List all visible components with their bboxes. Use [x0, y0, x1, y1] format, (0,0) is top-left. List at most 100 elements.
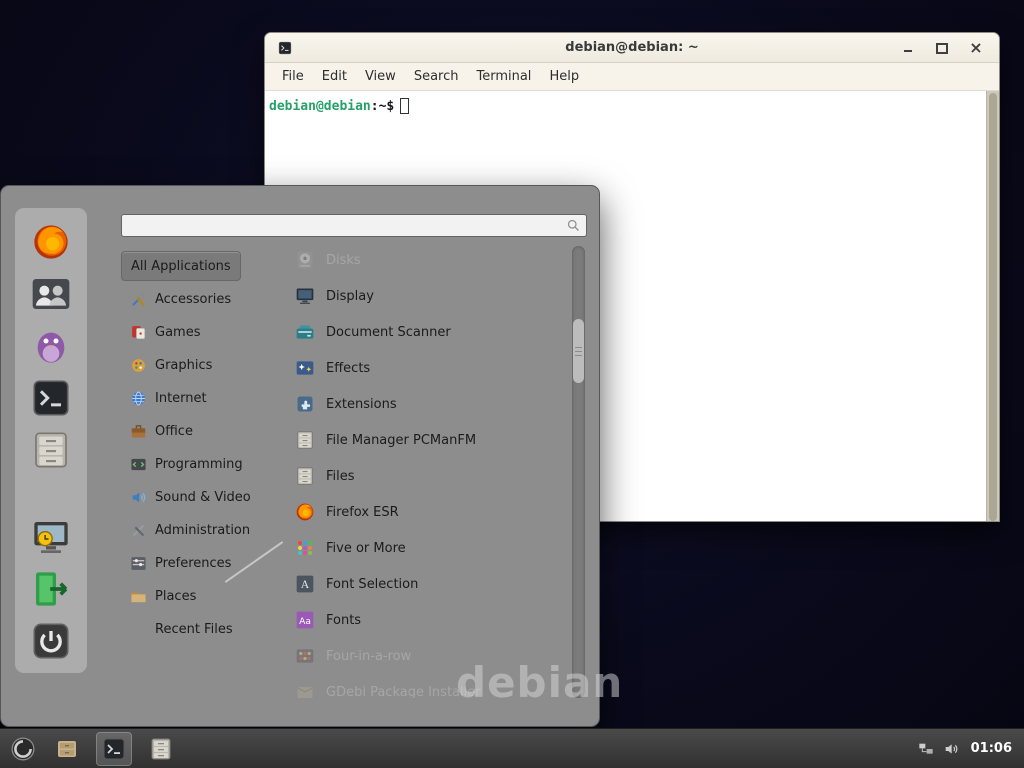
category-administration[interactable]: Administration	[121, 515, 259, 545]
font-selection-icon: A	[295, 574, 315, 594]
category-label: Recent Files	[155, 622, 233, 637]
session-buttons	[29, 517, 73, 661]
menubar-edit[interactable]: Edit	[313, 63, 356, 91]
app-list-scrollbar-thumb[interactable]	[573, 319, 584, 383]
gdebi-icon	[295, 682, 315, 698]
network-icon[interactable]	[918, 741, 934, 757]
shutdown-icon	[31, 621, 71, 661]
app-document-scanner[interactable]: Document Scanner	[287, 314, 569, 350]
app-label: Disks	[326, 253, 361, 268]
app-label: Display	[326, 289, 374, 304]
category-programming[interactable]: Programming	[121, 449, 252, 479]
app-label: Font Selection	[326, 577, 418, 592]
category-all-applications[interactable]: All Applications	[121, 251, 241, 281]
maximize-button[interactable]	[935, 41, 949, 55]
menu-logo-icon	[10, 736, 36, 762]
lock-screen-icon	[31, 517, 71, 557]
application-menu: All ApplicationsAccessories Games Graphics…	[0, 185, 600, 727]
search-input[interactable]	[127, 215, 566, 236]
menubar-search[interactable]: Search	[405, 63, 468, 91]
app-label: Four-in-a-row	[326, 649, 411, 664]
prompt: debian@debian:~$	[269, 99, 394, 114]
category-accessories[interactable]: Accessories	[121, 284, 240, 314]
effects-icon	[295, 358, 315, 378]
app-label: Five or More	[326, 541, 406, 556]
terminal-scrollbar-thumb[interactable]	[989, 93, 997, 521]
menubar-terminal[interactable]: Terminal	[467, 63, 540, 91]
lock-screen-button[interactable]	[29, 517, 73, 557]
app-four-in-a-row[interactable]: Four-in-a-row	[287, 638, 569, 674]
volume-icon[interactable]	[943, 741, 959, 757]
category-recent-files[interactable]: Recent Files	[121, 614, 242, 644]
logout-icon	[31, 569, 71, 609]
five-or-more-icon	[295, 538, 315, 558]
menu-button[interactable]	[8, 734, 38, 764]
app-extensions[interactable]: Extensions	[287, 386, 569, 422]
category-places[interactable]: Places	[121, 581, 205, 611]
app-font-selection[interactable]: A Font Selection	[287, 566, 569, 602]
fonts-icon: Aa	[295, 610, 315, 630]
taskbar-files-launcher[interactable]	[144, 733, 178, 765]
search-bar	[121, 214, 587, 237]
terminal-launcher[interactable]	[29, 378, 73, 418]
category-list: All ApplicationsAccessories Games Graphics…	[121, 248, 281, 647]
taskbar-drawer-launcher[interactable]	[50, 733, 84, 765]
category-label: Games	[155, 325, 200, 340]
menubar-file[interactable]: File	[273, 63, 313, 91]
logout-button[interactable]	[29, 569, 73, 609]
sound-video-icon	[130, 489, 147, 506]
files-icon	[295, 466, 315, 486]
category-preferences[interactable]: Preferences	[121, 548, 240, 578]
terminal-titlebar[interactable]: debian@debian: ~ ×	[265, 33, 999, 63]
app-label: Extensions	[326, 397, 397, 412]
drawer-icon	[55, 737, 79, 761]
app-gdebi-package-installer[interactable]: GDebi Package Installer	[287, 674, 569, 698]
app-effects[interactable]: Effects	[287, 350, 569, 386]
app-fonts[interactable]: AaFonts	[287, 602, 569, 638]
window-title: debian@debian: ~	[265, 40, 999, 55]
files-icon	[149, 737, 173, 761]
photos-launcher[interactable]	[29, 274, 73, 314]
terminal-cursor	[400, 98, 409, 114]
app-files[interactable]: Files	[287, 458, 569, 494]
terminal-scrollbar[interactable]	[986, 91, 999, 522]
file-manager-launcher[interactable]	[29, 430, 73, 470]
category-internet[interactable]: Internet	[121, 383, 216, 413]
disks-icon	[295, 250, 315, 270]
graphics-icon	[130, 357, 147, 374]
app-label: Firefox ESR	[326, 505, 399, 520]
category-label: Internet	[155, 391, 207, 406]
app-five-or-more[interactable]: Five or More	[287, 530, 569, 566]
category-label: Office	[155, 424, 193, 439]
app-file-manager-pcmanfm[interactable]: File Manager PCManFM	[287, 422, 569, 458]
preferences-icon	[130, 555, 147, 572]
taskbar: 01:06	[0, 728, 1024, 768]
app-label: Effects	[326, 361, 370, 376]
places-icon	[130, 588, 147, 605]
terminal-icon	[31, 378, 71, 418]
app-label: GDebi Package Installer	[326, 685, 481, 699]
app-list-scrollbar[interactable]	[572, 246, 585, 698]
minimize-button[interactable]	[901, 41, 915, 55]
pidgin-icon	[31, 326, 71, 366]
taskbar-terminal-window-button[interactable]	[97, 733, 131, 765]
taskbar-launchers	[50, 733, 191, 765]
firefox-launcher[interactable]	[29, 222, 73, 262]
menubar-help[interactable]: Help	[540, 63, 588, 91]
photos-icon	[31, 274, 71, 314]
shutdown-button[interactable]	[29, 621, 73, 661]
category-label: Graphics	[155, 358, 212, 373]
close-button[interactable]: ×	[969, 41, 983, 55]
svg-text:A: A	[301, 578, 310, 591]
app-disks[interactable]: Disks	[287, 242, 569, 278]
category-graphics[interactable]: Graphics	[121, 350, 221, 380]
pcmanfm-icon	[295, 430, 315, 450]
pidgin-launcher[interactable]	[29, 326, 73, 366]
office-icon	[130, 423, 147, 440]
app-display[interactable]: Display	[287, 278, 569, 314]
category-sound-video[interactable]: Sound & Video	[121, 482, 260, 512]
app-firefox-esr[interactable]: Firefox ESR	[287, 494, 569, 530]
menubar-view[interactable]: View	[356, 63, 405, 91]
category-office[interactable]: Office	[121, 416, 202, 446]
category-games[interactable]: Games	[121, 317, 209, 347]
